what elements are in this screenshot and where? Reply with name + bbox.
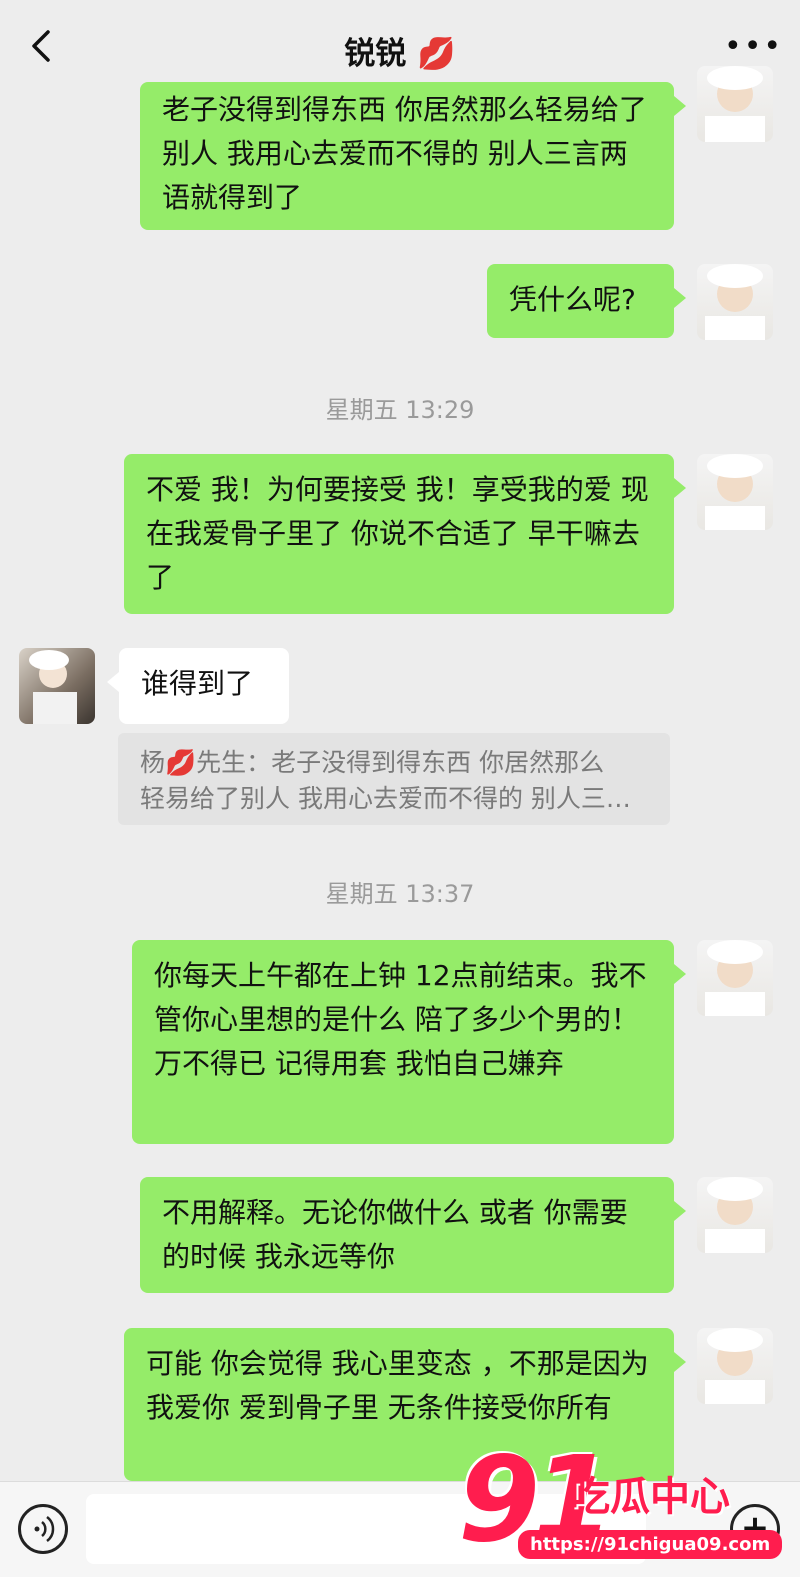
contact-avatar[interactable]	[19, 648, 95, 724]
watermark: 91 吃瓜中心 https://91chigua09.com	[458, 1440, 800, 1577]
timestamp: 星期五 13:29	[325, 396, 475, 424]
watermark-brand: 吃瓜中心	[570, 1474, 730, 1520]
watermark-url: https://91chigua09.com	[518, 1530, 783, 1559]
quote-line-2: 轻易给了别人 我用心去爱而不得的 别人三…	[140, 784, 631, 813]
my-avatar[interactable]	[697, 1177, 773, 1253]
message-bubble[interactable]: 凭什么呢?	[487, 264, 674, 338]
my-avatar[interactable]	[697, 264, 773, 340]
chat-title: 锐锐 💋	[0, 28, 800, 73]
my-avatar[interactable]	[697, 454, 773, 530]
timestamp: 星期五 13:37	[325, 880, 475, 908]
message-text: 不用解释。无论你做什么 或者 你需要的时候 我永远等你	[162, 1196, 628, 1273]
more-dots-icon[interactable]: •••	[724, 32, 781, 62]
quote-line-1: 杨💋先生：老子没得到得东西 你居然那么	[140, 748, 605, 777]
message-bubble[interactable]: 谁得到了	[119, 648, 289, 724]
message-bubble[interactable]: 你每天上午都在上钟 12点前结束。我不管你心里想的是什么 陪了多少个男的！ 万不…	[132, 940, 674, 1144]
my-avatar[interactable]	[697, 1328, 773, 1404]
message-text: 老子没得到得东西 你居然那么轻易给了别人 我用心去爱而不得的 别人三言两语就得到…	[162, 93, 647, 214]
message-text: 可能 你会觉得 我心里变态 ，不那是因为我爱你 爱到骨子里 无条件接受你所有	[146, 1347, 649, 1424]
lips-emoji: 💋	[417, 36, 456, 72]
message-bubble[interactable]: 不用解释。无论你做什么 或者 你需要的时候 我永远等你	[140, 1177, 674, 1293]
my-avatar[interactable]	[697, 66, 773, 142]
voice-icon[interactable]	[18, 1504, 68, 1554]
message-bubble[interactable]: 不爱 我！为何要接受 我！享受我的爱 现在我爱骨子里了 你说不合适了 早干嘛去了	[124, 454, 674, 614]
chat-header: 锐锐 💋 •••	[0, 0, 800, 92]
quoted-message[interactable]: 杨💋先生：老子没得到得东西 你居然那么 轻易给了别人 我用心去爱而不得的 别人三…	[118, 733, 670, 825]
message-bubble[interactable]: 老子没得到得东西 你居然那么轻易给了别人 我用心去爱而不得的 别人三言两语就得到…	[140, 82, 674, 230]
my-avatar[interactable]	[697, 940, 773, 1016]
message-text: 凭什么呢?	[509, 283, 636, 316]
contact-name: 锐锐	[344, 36, 407, 72]
message-text: 你每天上午都在上钟 12点前结束。我不管你心里想的是什么 陪了多少个男的！ 万不…	[154, 959, 647, 1080]
message-text: 谁得到了	[141, 667, 254, 700]
message-text: 不爱 我！为何要接受 我！享受我的爱 现在我爱骨子里了 你说不合适了 早干嘛去了	[146, 473, 649, 594]
